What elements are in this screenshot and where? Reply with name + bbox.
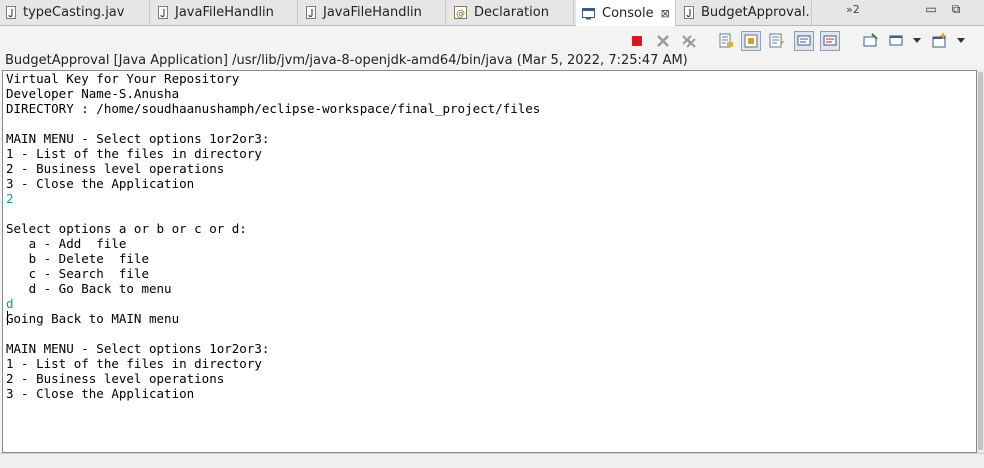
console-output-line: MAIN MENU - Select options 1or2or3: <box>6 131 270 146</box>
tab-console[interactable]: Console ⊠ <box>576 0 676 26</box>
chevron-down-icon[interactable] <box>957 38 965 43</box>
console-output-line: a - Add file <box>6 236 127 251</box>
close-icon[interactable]: ⊠ <box>661 7 670 20</box>
console-input-line: 2 <box>6 191 14 206</box>
vertical-scrollbar[interactable] <box>977 70 984 453</box>
console-output-line: Virtual Key for Your Repository <box>6 71 240 86</box>
show-stderr-button[interactable] <box>820 31 840 51</box>
display-selected-console-icon <box>889 35 903 46</box>
console-output-line: 2 - Business level operations <box>6 371 225 386</box>
declaration-icon: @ <box>454 6 467 19</box>
tab-overflow-button[interactable]: »2 <box>846 3 860 16</box>
console-output-line: 3 - Close the Application <box>6 386 195 401</box>
minimize-icon[interactable]: ▭ <box>920 2 942 20</box>
tab-label: BudgetApproval. <box>701 5 810 20</box>
remove-launch-button[interactable] <box>653 31 673 51</box>
pin-console-button[interactable] <box>861 31 881 51</box>
java-file-icon <box>306 6 316 19</box>
editor-tab-bar: typeCasting.jav JavaFileHandlin JavaFile… <box>0 0 984 26</box>
terminate-button[interactable] <box>627 31 647 51</box>
remove-all-terminated-icon <box>682 35 696 48</box>
tab-typecasting[interactable]: typeCasting.jav <box>0 0 150 25</box>
console-toolbar <box>0 26 984 54</box>
java-file-icon <box>158 6 168 19</box>
console-output-line: 1 - List of the files in directory <box>6 356 262 371</box>
console-output-line: Going Back to MAIN menu <box>6 311 180 326</box>
tab-declaration[interactable]: @ Declaration <box>448 0 574 25</box>
process-label: BudgetApproval [Java Application] /usr/l… <box>5 53 688 68</box>
console-icon <box>582 7 595 19</box>
console-output-line: MAIN MENU - Select options 1or2or3: <box>6 341 270 356</box>
console-output[interactable]: Virtual Key for Your Repository Developer… <box>2 70 977 453</box>
console-output-line: b - Delete file <box>6 251 149 266</box>
chevron-down-icon[interactable] <box>913 38 921 43</box>
clear-console-icon <box>719 33 733 48</box>
remove-all-terminated-button[interactable] <box>679 31 699 51</box>
console-output-line: 1 - List of the files in directory <box>6 146 262 161</box>
tab-javafilehandling-2[interactable]: JavaFileHandlin <box>300 0 446 25</box>
word-wrap-icon <box>769 33 784 48</box>
console-output-line: Select options a or b or c or d: <box>6 221 247 236</box>
console-input-line: d <box>6 296 14 311</box>
open-console-icon <box>932 33 946 48</box>
tab-javafilehandling-1[interactable]: JavaFileHandlin <box>152 0 298 25</box>
show-stderr-icon <box>823 35 837 46</box>
console-output-line: d - Go Back to menu <box>6 281 172 296</box>
display-selected-console-button[interactable] <box>886 31 906 51</box>
tab-label: JavaFileHandlin <box>175 5 274 20</box>
svg-text:@: @ <box>456 9 465 19</box>
tab-label: Declaration <box>474 5 549 20</box>
tab-budgetapproval[interactable]: BudgetApproval. <box>678 0 812 25</box>
show-stdout-button[interactable] <box>794 31 814 51</box>
tab-label: JavaFileHandlin <box>323 5 422 20</box>
horizontal-scrollbar[interactable] <box>0 453 984 468</box>
open-console-button[interactable] <box>930 31 950 51</box>
tab-label: Console <box>602 5 654 21</box>
scrollbar-thumb[interactable] <box>978 72 983 450</box>
restore-icon[interactable]: ⧉ <box>945 2 967 20</box>
java-file-icon <box>684 6 694 19</box>
console-output-line: 3 - Close the Application <box>6 176 195 191</box>
console-output-line: 2 - Business level operations <box>6 161 225 176</box>
console-output-line: Developer Name-S.Anusha <box>6 86 180 101</box>
word-wrap-button[interactable] <box>767 31 787 51</box>
scroll-lock-button[interactable] <box>741 31 761 51</box>
show-stdout-icon <box>797 35 811 46</box>
text-caret <box>7 311 8 325</box>
java-file-icon <box>6 6 16 19</box>
scroll-lock-icon <box>744 34 758 48</box>
console-lines: Virtual Key for Your Repository Developer… <box>6 71 540 401</box>
clear-console-button[interactable] <box>716 31 736 51</box>
remove-launch-icon <box>657 35 669 47</box>
console-output-line: c - Search file <box>6 266 149 281</box>
terminate-icon <box>632 36 642 46</box>
pin-console-icon <box>863 33 878 47</box>
console-output-line: DIRECTORY : /home/soudhaanushamph/eclips… <box>6 101 541 116</box>
tab-label: typeCasting.jav <box>23 5 125 20</box>
